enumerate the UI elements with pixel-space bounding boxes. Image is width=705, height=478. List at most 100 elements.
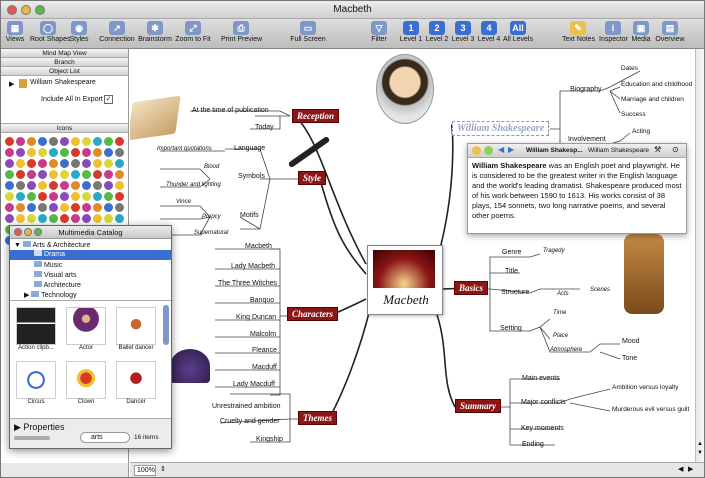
minimize-icon[interactable] (21, 5, 31, 15)
palette-icon[interactable] (49, 170, 58, 179)
palette-icon[interactable] (104, 192, 113, 201)
character-item[interactable]: The Three Witches (218, 280, 277, 287)
palette-icon[interactable] (115, 148, 124, 157)
tree-item-architecture[interactable]: Architecture (34, 281, 81, 289)
palette-icon[interactable] (71, 203, 80, 212)
palette-icon[interactable] (27, 148, 36, 157)
level-2-button[interactable]: 2 Level 2 (425, 19, 449, 49)
catalog-zoom-icon[interactable] (34, 228, 42, 236)
level-1-button[interactable]: 1 Level 1 (399, 19, 423, 49)
topic-reception[interactable]: Reception (292, 109, 339, 123)
basics-subitem[interactable]: Atmosphere (550, 347, 582, 353)
palette-icon[interactable] (60, 192, 69, 201)
palette-icon[interactable] (104, 170, 113, 179)
palette-icon[interactable] (38, 192, 47, 201)
overview-button[interactable]: ▤ Overview (655, 19, 685, 49)
palette-icon[interactable] (27, 214, 36, 223)
print-preview-button[interactable]: ⎙ Print Preview (221, 19, 262, 49)
character-item[interactable]: King Duncan (236, 314, 276, 321)
tree-item-music[interactable]: Music (34, 261, 62, 269)
palette-icon[interactable] (16, 192, 25, 201)
brainstorm-button[interactable]: ✱ Brainstorm (137, 19, 173, 49)
palette-icon[interactable] (60, 137, 69, 146)
palette-icon[interactable] (104, 181, 113, 190)
basics-subitem[interactable]: Place (553, 333, 568, 339)
zoom-to-fit-button[interactable]: ⤢ Zoom to Fit (174, 19, 212, 49)
biography-item[interactable]: Success (621, 111, 646, 118)
disclosure-triangle-icon[interactable]: ▶ (9, 80, 14, 88)
catalog-search-field[interactable]: arts (80, 432, 130, 443)
topic-basics[interactable]: Basics (454, 281, 489, 295)
involvement-item[interactable]: Acting (632, 128, 650, 135)
palette-icon[interactable] (82, 192, 91, 201)
character-item[interactable]: Macbeth (245, 243, 272, 250)
palette-icon[interactable] (115, 137, 124, 146)
basics-item[interactable]: Title (505, 268, 518, 275)
palette-icon[interactable] (82, 181, 91, 190)
character-item[interactable]: Malcolm (250, 331, 276, 338)
zoom-icon[interactable] (35, 5, 45, 15)
palette-icon[interactable] (16, 214, 25, 223)
thumb-actor[interactable]: Actor (66, 307, 106, 351)
tools-icon[interactable]: ⚒ (654, 145, 661, 154)
palette-icon[interactable] (60, 170, 69, 179)
palette-icon[interactable] (49, 203, 58, 212)
palette-icon[interactable] (71, 214, 80, 223)
palette-icon[interactable] (38, 170, 47, 179)
mind-map-canvas[interactable]: Macbeth Reception Style Characters Theme… (130, 49, 695, 462)
views-button[interactable]: ▦ Views (4, 19, 26, 49)
style-subitem[interactable]: Propcy (202, 214, 221, 220)
palette-icon[interactable] (60, 181, 69, 190)
palette-icon[interactable] (60, 159, 69, 168)
palette-icon[interactable] (93, 148, 102, 157)
palette-icon[interactable] (5, 159, 14, 168)
palette-icon[interactable] (104, 214, 113, 223)
filter-button[interactable]: ▽ Filter (369, 19, 389, 49)
palette-icon[interactable] (49, 159, 58, 168)
basics-subitem[interactable]: Scenes (590, 287, 610, 293)
palette-icon[interactable] (5, 203, 14, 212)
reception-item[interactable]: Today (255, 124, 274, 131)
palette-icon[interactable] (27, 159, 36, 168)
palette-icon[interactable] (115, 203, 124, 212)
topic-william-shakespeare[interactable]: William Shakespeare (452, 121, 550, 136)
scroll-left-icon[interactable]: ◀ (678, 465, 683, 473)
palette-icon[interactable] (16, 203, 25, 212)
palette-icon[interactable] (93, 203, 102, 212)
reception-item[interactable]: At the time of publication (192, 107, 269, 114)
palette-icon[interactable] (38, 214, 47, 223)
style-subitem[interactable]: Blood (204, 164, 219, 170)
text-notes-button[interactable]: ✎ Text Notes (562, 19, 595, 49)
palette-icon[interactable] (27, 137, 36, 146)
thumb-clown[interactable]: Clown (66, 361, 106, 405)
palette-icon[interactable] (93, 159, 102, 168)
palette-icon[interactable] (71, 170, 80, 179)
palette-icon[interactable] (115, 170, 124, 179)
zoom-field[interactable]: 100% (134, 465, 156, 476)
object-item-william-shakespeare[interactable]: William Shakespeare (30, 79, 96, 86)
palette-icon[interactable] (49, 214, 58, 223)
palette-icon[interactable] (82, 148, 91, 157)
thumbs-scroll-thumb[interactable] (163, 305, 169, 345)
character-item[interactable]: Lady Macbeth (231, 263, 275, 270)
palette-icon[interactable] (115, 192, 124, 201)
palette-icon[interactable] (38, 148, 47, 157)
palette-icon[interactable] (49, 137, 58, 146)
include-export-checkbox[interactable]: ✓ (104, 95, 113, 104)
scroll-right-icon[interactable]: ▶ (688, 465, 693, 473)
basics-item[interactable]: Genre (502, 249, 521, 256)
central-topic[interactable]: Macbeth (367, 245, 443, 315)
section-mind-map-view[interactable]: Mind Map View (1, 49, 128, 58)
catalog-minimize-icon[interactable] (24, 228, 32, 236)
palette-icon[interactable] (71, 159, 80, 168)
thumb-dancer[interactable]: Dancer (116, 361, 156, 405)
palette-icon[interactable] (27, 192, 36, 201)
biography-item[interactable]: Education and childhood (621, 81, 692, 88)
vertical-scrollbar[interactable]: ▲ ▼ (695, 49, 704, 462)
thumb-circus[interactable]: Circus (16, 361, 56, 405)
back-arrow-icon[interactable]: ◀ (498, 145, 504, 154)
palette-icon[interactable] (49, 181, 58, 190)
tree-item-visual-arts[interactable]: Visual arts (34, 271, 77, 279)
palette-icon[interactable] (16, 181, 25, 190)
tree-item-arts[interactable]: ▼ Arts & Architecture (14, 241, 90, 249)
